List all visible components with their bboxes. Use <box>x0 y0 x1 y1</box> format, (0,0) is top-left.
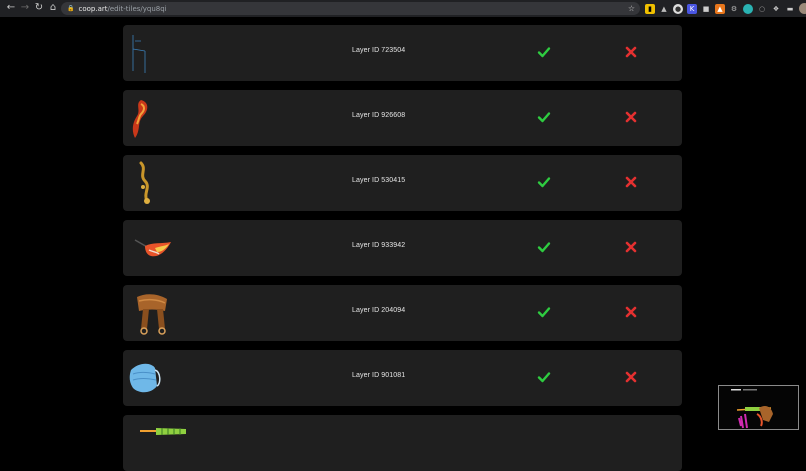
home-icon[interactable]: ⌂ <box>46 1 60 15</box>
check-icon[interactable] <box>537 305 551 319</box>
check-icon[interactable] <box>537 45 551 59</box>
layer-row: Layer ID 933942 <box>123 220 682 276</box>
layer-row: Layer ID 204094 <box>123 285 682 341</box>
layer-row: Layer ID 901081 <box>123 350 682 406</box>
reload-icon[interactable]: ↻ <box>32 1 46 15</box>
layer-row: Layer ID 926608 <box>123 90 682 146</box>
address-bar[interactable]: 🔒 coop.art/edit-tiles/yqu8qi ☆ <box>61 2 640 15</box>
cross-icon[interactable] <box>625 176 637 188</box>
firework-rocket-icon <box>140 428 186 435</box>
blue-sketch-icon <box>132 35 146 73</box>
forward-arrow-icon[interactable]: → <box>18 1 32 15</box>
extension-icon[interactable]: ○ <box>757 4 767 14</box>
layer-id-label: Layer ID 204094 <box>352 307 406 314</box>
cross-icon[interactable] <box>625 111 637 123</box>
extension-icon[interactable]: ■ <box>701 4 711 14</box>
layer-row: Layer ID 530415 <box>123 155 682 211</box>
layer-id-label: Layer ID 530415 <box>352 177 406 184</box>
flame-feather-icon <box>134 239 171 257</box>
layer-row: Layer ID 723504 <box>123 25 682 81</box>
check-icon[interactable] <box>537 240 551 254</box>
extension-icon[interactable] <box>743 3 753 14</box>
extension-icon[interactable]: ● <box>673 3 683 14</box>
profile-avatar[interactable] <box>799 3 806 14</box>
check-icon[interactable] <box>537 175 551 189</box>
url-path: /edit-tiles/yqu8qi <box>107 4 167 13</box>
extension-icon[interactable]: K <box>687 3 697 14</box>
face-mask-icon <box>129 363 161 393</box>
check-icon[interactable] <box>537 370 551 384</box>
cross-icon[interactable] <box>625 371 637 383</box>
layer-id-label: Layer ID 933942 <box>352 242 406 249</box>
lock-icon: 🔒 <box>67 5 75 12</box>
flame-tail-icon <box>132 100 148 138</box>
extension-icon[interactable]: ▲ <box>659 4 669 14</box>
layer-id-label: Layer ID 723504 <box>352 47 406 54</box>
cross-icon[interactable] <box>625 46 637 58</box>
extension-icon[interactable]: ▮ <box>645 3 655 14</box>
layer-id-label: Layer ID 901081 <box>352 372 406 379</box>
url-host: coop.art <box>78 4 108 13</box>
minimap-thumbnail <box>731 389 773 429</box>
layer-id-label: Layer ID 926608 <box>352 112 406 119</box>
browser-toolbar: ← → ↻ ⌂ 🔒 coop.art/edit-tiles/yqu8qi ☆ ▮… <box>0 0 806 17</box>
layer-row <box>123 415 682 471</box>
cross-icon[interactable] <box>625 306 637 318</box>
saddle-icon <box>137 294 167 335</box>
cross-icon[interactable] <box>625 241 637 253</box>
extension-icon[interactable]: ▬ <box>785 4 795 14</box>
check-icon[interactable] <box>537 110 551 124</box>
puzzle-piece-icon[interactable]: ❖ <box>771 4 781 14</box>
extensions-area: ▮ ▲ ● K ■ ▲ ⚙ ○ ❖ ▬ ⋮ <box>645 3 806 14</box>
tile-list: Layer ID 723504 Layer ID 926608 Layer ID… <box>0 17 806 471</box>
bookmark-star-icon[interactable]: ☆ <box>628 4 635 13</box>
gold-chain-icon <box>139 161 150 204</box>
back-arrow-icon[interactable]: ← <box>4 1 18 15</box>
metamask-fox-icon[interactable]: ▲ <box>715 3 725 14</box>
extension-icon[interactable]: ⚙ <box>729 4 739 14</box>
minimap-preview[interactable] <box>718 385 799 430</box>
